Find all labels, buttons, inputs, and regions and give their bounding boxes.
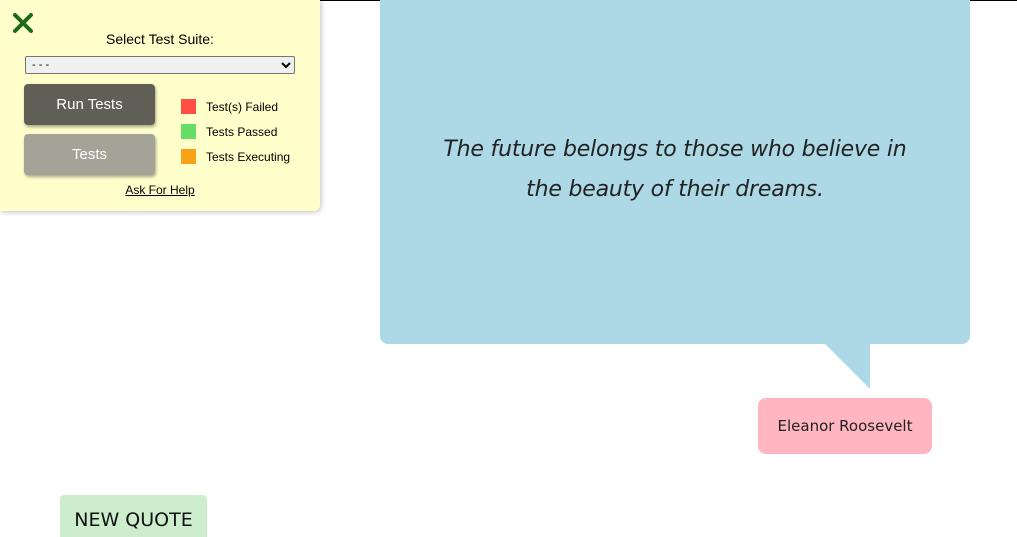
legend-item-executing: Tests Executing (181, 144, 290, 169)
legend-item-failed: Test(s) Failed (181, 94, 290, 119)
quote-text: The future belongs to those who believe … (443, 137, 907, 202)
test-panel: Select Test Suite: - - - Run Tests Tests… (0, 0, 320, 211)
tests-button[interactable]: Tests (24, 134, 155, 175)
ask-for-help-link[interactable]: Ask For Help (0, 183, 320, 197)
executing-swatch (181, 149, 196, 164)
run-tests-button[interactable]: Run Tests (24, 84, 155, 125)
test-legend: Test(s) Failed Tests Passed Tests Execut… (181, 94, 290, 169)
legend-label: Test(s) Failed (206, 99, 279, 114)
select-test-suite-label: Select Test Suite: (106, 31, 214, 47)
quote-author: Eleanor Roosevelt (758, 398, 932, 454)
legend-label: Tests Executing (206, 149, 291, 164)
test-suite-select[interactable]: - - - (25, 56, 295, 74)
passed-swatch (181, 124, 196, 139)
failed-swatch (181, 99, 196, 114)
new-quote-button[interactable]: NEW QUOTE (60, 495, 207, 537)
legend-item-passed: Tests Passed (181, 119, 290, 144)
legend-label: Tests Passed (206, 124, 278, 139)
quote-bubble-tail (824, 343, 870, 389)
